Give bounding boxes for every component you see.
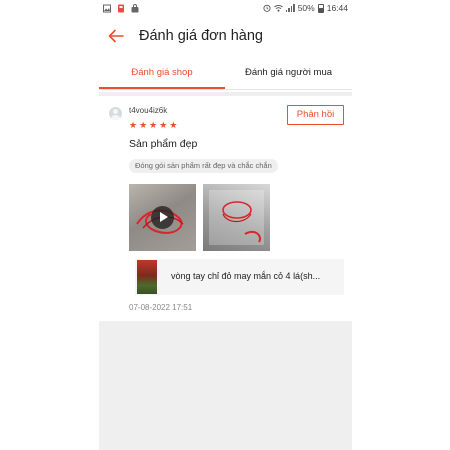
flag-icon (118, 4, 124, 13)
gallery-icon (103, 4, 111, 13)
product-name: vòng tay chỉ đỏ may mắn cỏ 4 lá(sh... (171, 271, 321, 281)
review-date: 07-08-2022 17:51 (129, 303, 193, 312)
battery-percent: 50% (297, 3, 315, 13)
status-notifications (103, 4, 139, 13)
review-video-thumbnail[interactable] (129, 184, 196, 251)
status-indicators: 50% 16:44 (263, 3, 348, 13)
avatar (109, 107, 122, 120)
bracelet-photo (209, 190, 264, 245)
tab-bar: Đánh giá shop Đánh giá người mua (99, 56, 352, 90)
rating-stars: ★ ★ ★ ★ ★ (129, 121, 177, 131)
star-icon: ★ (159, 121, 168, 131)
page-title: Đánh giá đơn hàng (139, 28, 263, 44)
star-icon: ★ (149, 121, 158, 131)
star-icon: ★ (169, 121, 178, 131)
reply-button[interactable]: Phản hồi (287, 105, 344, 125)
review-tag: Đóng gói sản phẩm rất đẹp và chắc chắn (129, 159, 278, 173)
product-link[interactable]: vòng tay chỉ đỏ may mắn cỏ 4 lá(sh... (135, 259, 344, 295)
alarm-icon (263, 4, 271, 12)
product-thumbnail (137, 260, 157, 294)
review-photo[interactable] (203, 184, 270, 251)
tab-buyer-reviews[interactable]: Đánh giá người mua (225, 56, 352, 90)
play-icon[interactable] (151, 206, 174, 229)
arrow-left-icon[interactable] (107, 27, 125, 45)
status-time: 16:44 (326, 3, 348, 13)
status-bar: 50% 16:44 (99, 0, 352, 18)
signal-icon (285, 4, 295, 12)
reviewer-username: t4vou4iz6k (129, 106, 168, 115)
star-icon: ★ (129, 121, 138, 131)
phone-screen: 50% 16:44 Đánh giá đơn hàng Đánh giá sho… (99, 0, 352, 450)
review-text: Sản phẩm đẹp (129, 138, 198, 150)
wifi-icon (273, 5, 283, 12)
review-card: t4vou4iz6k ★ ★ ★ ★ ★ Phản hồi Sản phẩm đ… (99, 96, 352, 321)
battery-icon (317, 3, 324, 13)
shopping-bag-icon (131, 4, 139, 13)
tab-shop-reviews[interactable]: Đánh giá shop (99, 56, 225, 90)
header: Đánh giá đơn hàng (99, 18, 352, 56)
active-tab-indicator (99, 87, 225, 89)
star-icon: ★ (139, 121, 148, 131)
